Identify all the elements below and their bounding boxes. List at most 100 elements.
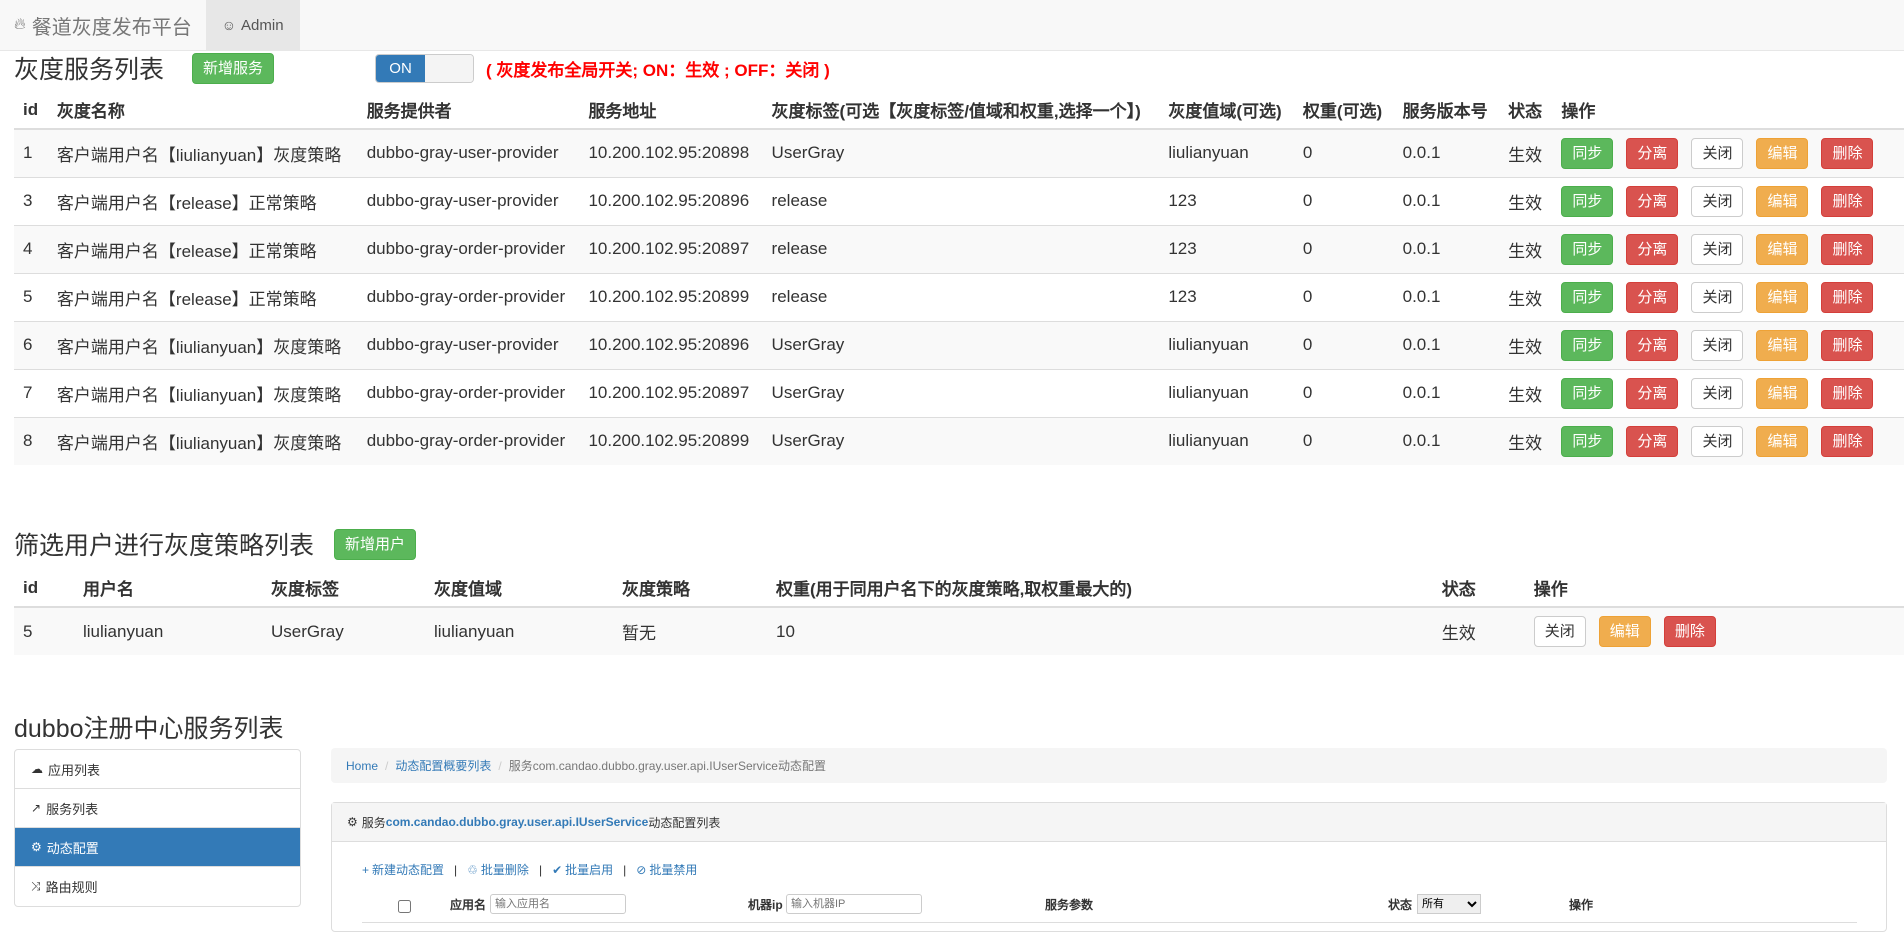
delete-button[interactable]: 删除	[1821, 329, 1874, 361]
separate-button[interactable]: 分离	[1626, 281, 1679, 313]
sync-button[interactable]: 同步	[1561, 329, 1614, 361]
close-button[interactable]: 关闭	[1691, 329, 1744, 361]
close-button[interactable]: 关闭	[1533, 616, 1586, 647]
cell-gray-range: liulianyuan	[1159, 368, 1294, 417]
sync-button[interactable]: 同步	[1561, 137, 1614, 169]
separate-button[interactable]: 分离	[1626, 137, 1679, 169]
edit-button[interactable]: 编辑	[1756, 281, 1809, 313]
delete-button[interactable]: 删除	[1821, 425, 1874, 457]
global-gray-toggle[interactable]: ON	[375, 53, 475, 83]
cell-id: 6	[14, 320, 48, 369]
col-header-actions: 操作	[1524, 569, 1904, 608]
cell-id: 7	[14, 368, 48, 417]
table-row: 4 客户端用户名【release】正常策略 dubbo-gray-order-pro…	[14, 224, 1904, 273]
cell-provider: dubbo-gray-user-provider	[357, 176, 580, 225]
table-row: 7 客户端用户名【liulianyuan】灰度策略 dubbo-gray-order…	[14, 368, 1904, 417]
col-header-weight: 权重(用于同用户名下的灰度策略,取权重最大的)	[767, 569, 1433, 608]
cell-version: 0.0.1	[1393, 176, 1500, 225]
side-menu-label: 应用列表	[48, 762, 101, 778]
add-service-button[interactable]: 新增服务	[192, 52, 275, 84]
cell-id: 5	[14, 606, 74, 655]
edit-button[interactable]: 编辑	[1756, 137, 1809, 169]
sync-button[interactable]: 同步	[1561, 233, 1614, 265]
admin-menu[interactable]: ☺ Admin	[205, 0, 300, 50]
plus-icon: +	[362, 863, 370, 877]
delete-button[interactable]: 删除	[1821, 137, 1874, 169]
close-button[interactable]: 关闭	[1691, 377, 1744, 409]
brand[interactable]: 🔥︎ 餐道灰度发布平台	[0, 0, 206, 50]
edit-button[interactable]: 编辑	[1598, 616, 1651, 647]
app-name-input[interactable]	[490, 894, 626, 914]
cell-id: 5	[14, 272, 48, 321]
status-select[interactable]: 所有	[1417, 894, 1481, 914]
toolbar-action-3[interactable]: ⊘ 批量禁用	[636, 861, 697, 878]
side-menu-label: 动态配置	[46, 840, 99, 856]
breadcrumb-config-summary[interactable]: 动态配置概要列表	[395, 757, 491, 774]
separate-button[interactable]: 分离	[1626, 377, 1679, 409]
edit-button[interactable]: 编辑	[1756, 233, 1809, 265]
table-row: 8 客户端用户名【liulianyuan】灰度策略 dubbo-gray-order…	[14, 416, 1904, 465]
col-header-id: id	[14, 569, 74, 608]
delete-button[interactable]: 删除	[1663, 616, 1716, 647]
brand-title: 餐道灰度发布平台	[31, 16, 192, 39]
close-button[interactable]: 关闭	[1691, 425, 1744, 457]
edit-button[interactable]: 编辑	[1756, 425, 1809, 457]
select-all-checkbox[interactable]	[398, 900, 411, 913]
separate-button[interactable]: 分离	[1626, 185, 1679, 217]
cell-actions: 关闭 编辑 删除	[1524, 606, 1904, 655]
delete-button[interactable]: 删除	[1821, 233, 1874, 265]
toolbar-action-0[interactable]: + 新建动态配置	[362, 861, 444, 878]
close-button[interactable]: 关闭	[1691, 137, 1744, 169]
close-button[interactable]: 关闭	[1691, 185, 1744, 217]
add-user-button[interactable]: 新增用户	[334, 528, 417, 560]
cell-gray-range: 123	[1159, 272, 1294, 321]
table-header-row: id 用户名 灰度标签 灰度值域 灰度策略 权重(用于同用户名下的灰度策略,取权重最大的)…	[14, 569, 1904, 608]
edit-button[interactable]: 编辑	[1756, 185, 1809, 217]
sync-button[interactable]: 同步	[1561, 425, 1614, 457]
close-button[interactable]: 关闭	[1691, 281, 1744, 313]
cell-gray-tag: UserGray	[762, 416, 1160, 465]
toolbar-separator: |	[454, 862, 458, 877]
cell-gray-name: 客户端用户名【liulianyuan】灰度策略	[47, 128, 358, 177]
config-toolbar: + 新建动态配置 | ♲ 批量删除 | ✔ 批量启用 | ⊘ 批量禁用	[362, 861, 697, 878]
cell-id: 1	[14, 128, 48, 177]
cell-provider: dubbo-gray-order-provider	[357, 272, 580, 321]
cell-gray-range: 123	[1159, 224, 1294, 273]
side-menu-item-0[interactable]: ☁ 应用列表	[15, 750, 300, 789]
separate-button[interactable]: 分离	[1626, 425, 1679, 457]
side-menu-item-2[interactable]: ⚙ 动态配置	[15, 828, 300, 867]
cloud-icon: ☁	[31, 762, 43, 776]
cell-gray-range: liulianyuan	[1159, 416, 1294, 465]
sync-button[interactable]: 同步	[1561, 185, 1614, 217]
toolbar-action-label: 批量启用	[565, 863, 614, 877]
toolbar-separator: |	[538, 862, 543, 877]
breadcrumb-home[interactable]: Home	[346, 759, 378, 773]
table-row: 1 客户端用户名【liulianyuan】灰度策略 dubbo-gray-user-…	[14, 128, 1904, 177]
side-menu-item-3[interactable]: ⤨ 路由规则	[15, 867, 300, 906]
separate-button[interactable]: 分离	[1626, 233, 1679, 265]
cell-version: 0.0.1	[1393, 320, 1500, 369]
close-button[interactable]: 关闭	[1691, 233, 1744, 265]
cell-id: 3	[14, 176, 48, 225]
delete-button[interactable]: 删除	[1821, 185, 1874, 217]
side-menu-item-1[interactable]: ↗ 服务列表	[15, 789, 300, 828]
edit-button[interactable]: 编辑	[1756, 377, 1809, 409]
sync-button[interactable]: 同步	[1561, 377, 1614, 409]
user-strategies-title: 筛选用户进行灰度策略列表	[14, 532, 315, 560]
toolbar-action-label: 批量删除	[480, 863, 529, 877]
cell-gray-tag: release	[762, 224, 1160, 273]
toolbar-action-1[interactable]: ♲ 批量删除	[467, 861, 529, 878]
table-row: 6 客户端用户名【liulianyuan】灰度策略 dubbo-gray-user-…	[14, 320, 1904, 369]
operations-label: 操作	[1569, 898, 1594, 912]
delete-button[interactable]: 删除	[1821, 281, 1874, 313]
edit-button[interactable]: 编辑	[1756, 329, 1809, 361]
separate-button[interactable]: 分离	[1626, 329, 1679, 361]
config-heading-service[interactable]: com.candao.dubbo.gray.user.api.IUserServ…	[386, 815, 649, 829]
cell-gray-tag: release	[762, 272, 1160, 321]
sync-button[interactable]: 同步	[1561, 281, 1614, 313]
gray-services-header: 灰度服务列表 新增服务 ON ( 灰度发布全局开关; ON：生效 ; OFF：关…	[0, 52, 1904, 84]
toolbar-action-2[interactable]: ✔ 批量启用	[552, 861, 613, 878]
machine-ip-input[interactable]	[786, 894, 922, 914]
cell-gray-tag: UserGray	[762, 320, 1160, 369]
delete-button[interactable]: 删除	[1821, 377, 1874, 409]
